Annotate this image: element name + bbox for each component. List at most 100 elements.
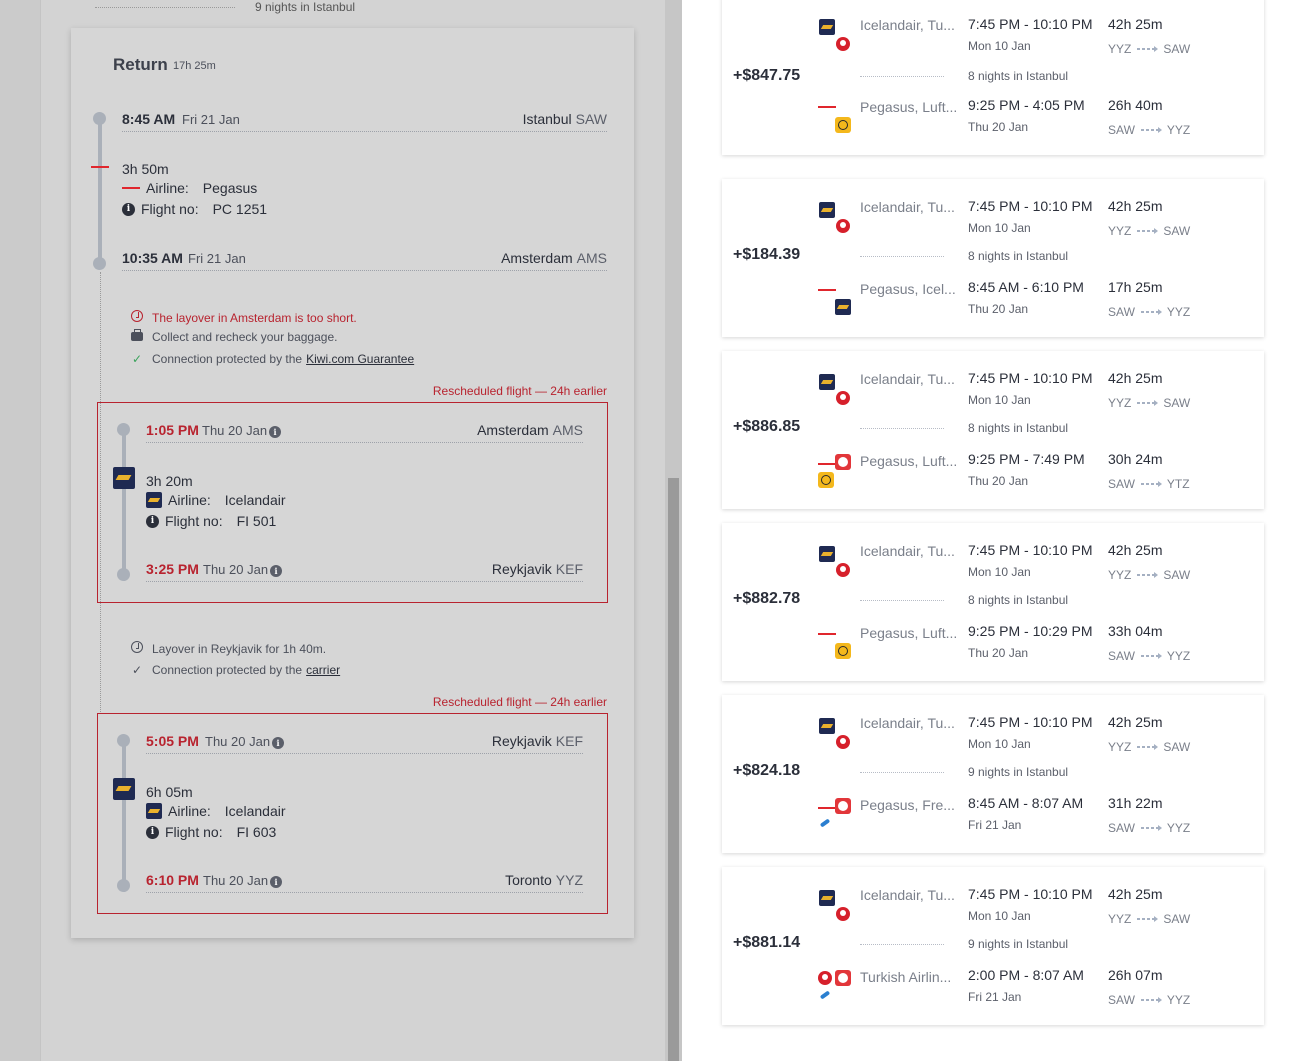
arrival-dot [117,879,130,892]
short-layover-text: The layover in Amsterdam is too short. [152,310,357,325]
outbound-date: Mon 10 Jan [968,909,1031,923]
air-canada-logo-icon [835,970,851,986]
return-title: Return [113,55,168,74]
arrival-date: Fri 21 Jan [188,251,246,266]
return-route: SAW YYZ [1108,993,1190,1007]
destination-code: SAW [1163,740,1191,754]
guarantee-prefix: Connection protected by the [152,352,303,366]
return-route: SAW YYZ [1108,123,1190,137]
scrollbar-thumb[interactable] [668,478,679,1061]
outbound-times: 7:45 PM - 10:10 PM [968,714,1093,730]
row-divider [146,753,583,754]
stay-nights-text: 9 nights in Istanbul [255,0,356,14]
origin-code: YYZ [1108,42,1132,56]
return-airlines: Pegasus, Fre... [860,797,955,813]
route-arrow-icon [1140,309,1162,315]
nights-stay: 8 nights in Istanbul [968,593,1069,607]
lufthansa-logo-icon [835,643,851,659]
return-date: Thu 20 Jan [968,646,1029,660]
check-icon: ✓ [131,352,143,366]
departure-time: 8:45 AM [122,111,176,127]
outbound-duration: 42h 25m [1108,370,1163,386]
kiwi-guarantee-link[interactable]: Kiwi.com Guarantee [306,352,414,366]
detail-scrollbar[interactable] [665,0,682,1061]
return-times: 8:45 AM - 8:07 AM [968,795,1084,811]
info-icon[interactable]: i [272,736,285,749]
pegasus-logo-icon [122,185,140,191]
airline-name: Pegasus [202,180,258,196]
outbound-route: YYZ SAW [1108,396,1190,410]
icelandair-logo-icon [819,718,835,734]
nights-stay: 8 nights in Istanbul [968,421,1069,435]
flight-label: Flight no: [165,824,223,840]
short-layover-warning: The layover in Amsterdam is too short. [130,310,357,325]
result-card[interactable]: +$886.85 Icelandair, Tu... 7:45 PM - 10:… [722,351,1264,509]
return-duration: 17h 25m [1108,279,1163,295]
icelandair-logo-icon [819,19,835,35]
return-route: SAW YYZ [1108,821,1190,835]
turkish-airlines-logo-icon [836,735,850,749]
route-arrow-icon [1137,228,1159,234]
segment-duration: 6h 05m [146,784,193,800]
outbound-airlines: Icelandair, Tu... [860,715,955,731]
icelandair-logo-icon [113,467,135,489]
destination-code: YTZ [1166,477,1190,491]
return-date: Fri 21 Jan [968,990,1022,1004]
rescheduled-arrival-time: 6:10 PM [146,872,199,888]
destination-code: YYZ [1166,649,1191,663]
arrival-time: 10:35 AM [122,250,183,266]
return-date: Thu 20 Jan [968,302,1029,316]
info-icon[interactable]: i [269,425,282,438]
stay-divider [860,944,944,945]
price: +$886.85 [733,418,801,435]
segment-airline: Airline: Icelandair [146,803,286,819]
icelandair-logo-icon [146,492,162,508]
destination-code: YYZ [1166,123,1191,137]
rescheduled-arrival-date: Thu 20 Jan i [203,873,283,888]
rescheduled-departure-date: Thu 20 Jan i [205,734,285,749]
result-card[interactable]: +$824.18 Icelandair, Tu... 7:45 PM - 10:… [722,695,1264,853]
return-times: 8:45 AM - 6:10 PM [968,279,1084,295]
price: +$824.18 [733,762,801,779]
price: +$184.39 [733,246,801,263]
destination-code: SAW [1163,224,1191,238]
pegasus-logo-icon [91,164,109,170]
outbound-route: YYZ SAW [1108,912,1190,926]
flight-label: Flight no: [141,201,199,217]
flight-number: FI 501 [236,513,277,529]
rescheduled-arrival-date-text: Thu 20 Jan [203,873,269,888]
carrier-link[interactable]: carrier [306,663,340,677]
arrival-airport-code: AMS [576,250,607,266]
outbound-airlines: Icelandair, Tu... [860,199,955,215]
destination-code: YYZ [1166,993,1191,1007]
result-card[interactable]: +$881.14 Icelandair, Tu... 7:45 PM - 10:… [722,867,1264,1025]
timeline-segment-1 [98,119,102,264]
air-canada-logo-icon [835,798,851,814]
result-card[interactable]: +$882.78 Icelandair, Tu... 7:45 PM - 10:… [722,523,1264,681]
row-divider [146,581,583,582]
airline-label: Airline: [168,803,211,819]
timeline-segment-3 [122,740,126,885]
result-card[interactable]: +$847.75 Icelandair, Tu... 7:45 PM - 10:… [722,0,1264,155]
departure-dot [117,734,130,747]
origin-code: SAW [1108,477,1135,491]
outbound-duration: 42h 25m [1108,886,1163,902]
flair-logo-icon [819,817,831,829]
air-canada-logo-icon [835,454,851,470]
departure-dot [117,423,130,436]
info-icon[interactable]: i [270,564,283,577]
airline-name: Icelandair [224,803,286,819]
airport-code: KEF [555,561,583,577]
trip-detail-panel: 9 nights in Istanbul Return 17h 25m 8:45… [0,0,682,1061]
rescheduled-arrival-city: Toronto YYZ [505,872,583,888]
segment-flight-number: i Flight no: PC 1251 [122,201,267,217]
rescheduled-flight-box: 1:05 PM Thu 20 Jan i Amsterdam AMS 3h 20m … [97,402,608,603]
icelandair-logo-icon [835,299,851,315]
segment-airline: Airline: Pegasus [122,180,257,196]
lufthansa-logo-icon [818,472,834,488]
return-airlines: Pegasus, Luft... [860,625,958,641]
result-card[interactable]: +$184.39 Icelandair, Tu... 7:45 PM - 10:… [722,179,1264,337]
return-date: Fri 21 Jan [968,818,1022,832]
info-icon[interactable]: i [270,875,283,888]
price: +$882.78 [733,590,801,607]
